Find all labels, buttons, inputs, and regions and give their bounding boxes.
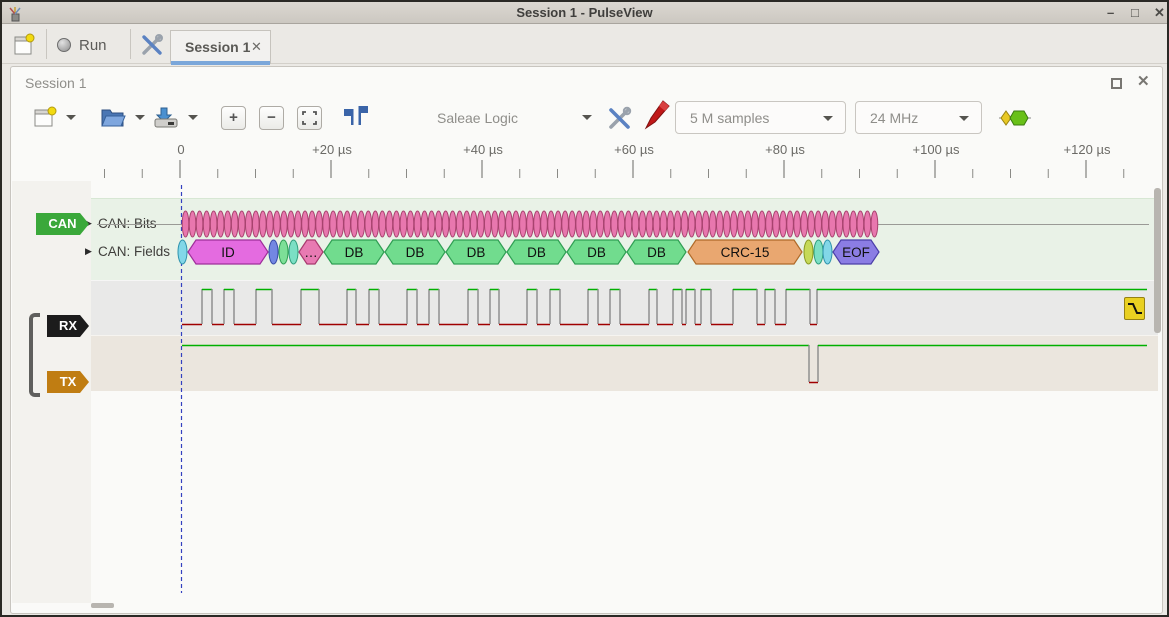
ruler-label: 0: [177, 142, 184, 157]
ruler-label: +100 µs: [913, 142, 960, 157]
minimize-button[interactable]: –: [1107, 5, 1114, 20]
main-toolbar: Run Session 1 ✕: [2, 25, 1167, 64]
tab-session-1[interactable]: Session 1 ✕: [170, 30, 271, 64]
tx-row-background: [91, 335, 1158, 391]
ruler-label: +80 µs: [765, 142, 805, 157]
trigger-marker-badge[interactable]: [1124, 297, 1145, 320]
expander-can-fields-icon[interactable]: ▶: [85, 246, 92, 257]
toolbar-separator: [46, 29, 47, 59]
title-bar: Session 1 - PulseView – □ ✕: [2, 2, 1167, 24]
can-decoder-row-background: [91, 198, 1158, 280]
ruler-label: +40 µs: [463, 142, 503, 157]
maximize-button[interactable]: □: [1131, 5, 1139, 20]
new-session-button[interactable]: [12, 33, 36, 62]
active-tab-indicator: [171, 61, 270, 65]
run-button[interactable]: Run: [57, 25, 127, 64]
rx-row-background: [91, 280, 1158, 335]
new-session-icon: [12, 33, 36, 57]
channel-group-bracket: [29, 313, 40, 397]
tab-label: Session 1: [185, 39, 250, 55]
pulseview-window: Session 1 - PulseView – □ ✕ Run: [0, 0, 1169, 617]
settings-button[interactable]: [140, 33, 164, 62]
toolbar-separator: [130, 29, 131, 59]
row-label-can-bits: CAN: Bits: [98, 216, 157, 231]
run-state-icon: [57, 38, 71, 52]
ruler-label: +120 µs: [1064, 142, 1111, 157]
wrench-screwdriver-icon: [140, 33, 164, 57]
falling-edge-icon: [1125, 298, 1144, 319]
run-button-label: Run: [79, 37, 107, 54]
window-title: Session 1 - PulseView: [2, 5, 1167, 20]
close-button[interactable]: ✕: [1154, 5, 1165, 21]
horizontal-scrollbar[interactable]: [91, 603, 114, 608]
row-label-can-fields: CAN: Fields: [98, 244, 170, 259]
ruler-label: +20 µs: [312, 142, 352, 157]
ruler-label: +60 µs: [614, 142, 654, 157]
decoder-tag-can[interactable]: CAN: [36, 213, 89, 235]
vertical-scrollbar[interactable]: [1154, 188, 1161, 333]
tab-close-icon[interactable]: ✕: [251, 39, 262, 55]
session-dock: Session 1 ✕: [10, 66, 1163, 614]
